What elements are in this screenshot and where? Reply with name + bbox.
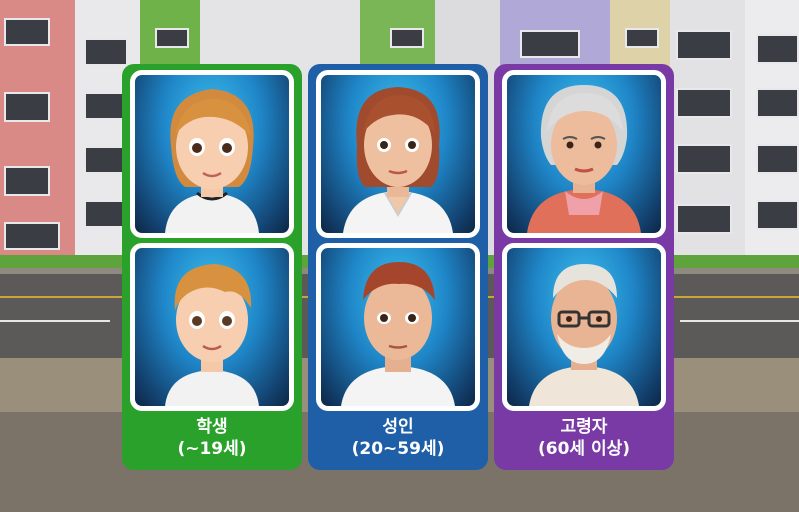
category-name: 학생	[196, 417, 228, 437]
girl-avatar-icon	[165, 89, 259, 233]
window	[756, 200, 799, 230]
window	[676, 88, 732, 118]
window	[155, 28, 189, 48]
portrait-adult-man[interactable]	[316, 243, 480, 411]
man-avatar-icon	[341, 262, 455, 406]
category-label-senior: 고령자 (60세 이상)	[502, 416, 666, 460]
window	[84, 38, 128, 66]
category-label-student: 학생 (~19세)	[130, 416, 294, 460]
category-label-adult: 성인 (20~59세)	[316, 416, 480, 460]
window	[676, 144, 732, 174]
category-name: 고령자	[560, 417, 608, 437]
window	[756, 88, 799, 118]
card-adult[interactable]: 성인 (20~59세)	[308, 64, 488, 470]
card-student[interactable]: 학생 (~19세)	[122, 64, 302, 470]
elderly-woman-avatar-icon	[527, 85, 641, 233]
category-name: 성인	[382, 417, 414, 437]
window	[676, 30, 732, 60]
category-age-range: (~19세)	[177, 439, 247, 459]
window	[756, 144, 799, 174]
window	[756, 34, 799, 64]
portrait-senior-man[interactable]	[502, 243, 666, 411]
lane-marking	[0, 320, 110, 322]
card-senior[interactable]: 고령자 (60세 이상)	[494, 64, 674, 470]
portrait-senior-woman[interactable]	[502, 70, 666, 238]
woman-avatar-icon	[343, 87, 453, 233]
portrait-student-girl[interactable]	[130, 70, 294, 238]
category-age-range: (20~59세)	[351, 439, 445, 459]
window	[4, 18, 50, 46]
portrait-student-boy[interactable]	[130, 243, 294, 411]
boy-avatar-icon	[165, 264, 259, 406]
window	[625, 28, 659, 48]
window	[676, 204, 732, 234]
category-age-range: (60세 이상)	[537, 439, 631, 459]
elderly-man-avatar-icon	[529, 264, 639, 406]
portrait-adult-woman[interactable]	[316, 70, 480, 238]
window	[4, 222, 60, 250]
window	[4, 92, 50, 122]
window	[390, 28, 424, 48]
lane-marking	[680, 320, 799, 322]
window	[4, 166, 50, 196]
window	[520, 30, 580, 58]
